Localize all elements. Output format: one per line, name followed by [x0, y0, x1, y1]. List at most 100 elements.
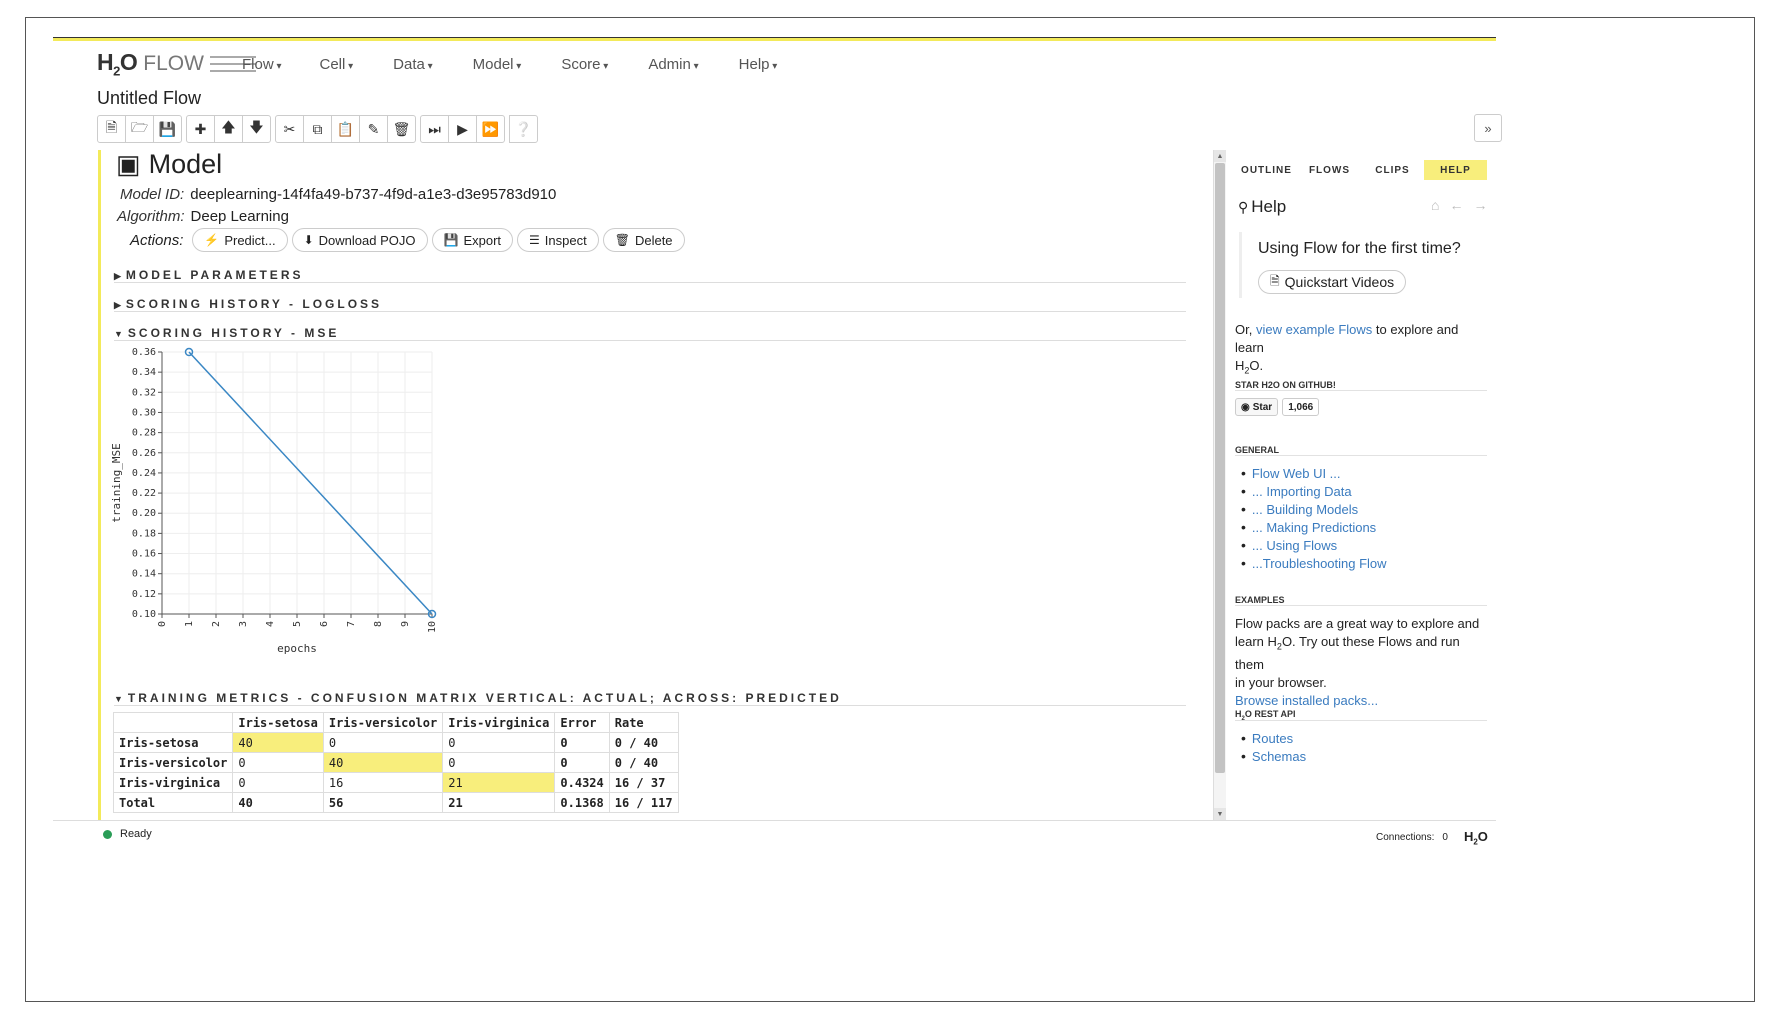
github-icon: ◉ — [1241, 401, 1250, 413]
y-tick-label: 0.34 — [132, 367, 156, 378]
table-cell: 0.1368 — [554, 792, 610, 813]
back-arrow-icon[interactable]: ← — [1449, 197, 1463, 213]
paste-icon[interactable]: 📋 — [331, 115, 360, 143]
insert-cell-icon[interactable]: ✚ — [186, 115, 215, 143]
row-header: Iris-versicolor — [112, 752, 234, 773]
tab-clips[interactable]: CLIPS — [1361, 160, 1424, 180]
delete-cell-icon[interactable]: 🗑 — [387, 115, 416, 143]
help-heading: ⚲ Help — [1238, 197, 1287, 216]
building-models-link[interactable]: ... Building Models — [1252, 502, 1358, 517]
step-icon[interactable]: ⏭ — [420, 115, 449, 143]
table-row: Iris-virginica 0 16 21 0.4324 16 / 37 — [112, 772, 679, 793]
export-button[interactable]: 💾 Export — [431, 228, 514, 252]
menu-data[interactable]: Data — [393, 56, 433, 73]
menu-model[interactable]: Model — [473, 56, 522, 73]
tab-flows[interactable]: FLOWS — [1298, 160, 1361, 180]
table-cell: 21 — [442, 772, 556, 793]
mse-series-line — [188, 351, 433, 615]
menu-admin[interactable]: Admin — [648, 56, 698, 73]
main-scrollbar[interactable]: ▲ ▼ — [1213, 150, 1226, 820]
status-divider — [53, 820, 1496, 821]
list-item[interactable]: Routes — [1241, 729, 1306, 747]
run-all-icon[interactable]: ⏩ — [476, 115, 505, 143]
troubleshooting-link[interactable]: ...Troubleshooting Flow — [1252, 556, 1387, 571]
routes-link[interactable]: Routes — [1252, 731, 1293, 746]
x-tick-label: 5 — [292, 621, 303, 627]
scroll-up-icon[interactable]: ▲ — [1214, 150, 1226, 162]
mse-chart: 0.36 0.34 0.32 0.30 0.28 0.26 0.24 0.22 0.20 0.18… — [110, 347, 438, 655]
list-item[interactable]: ... Using Flows — [1241, 536, 1387, 554]
side-panel-tabs: OUTLINE FLOWS CLIPS HELP — [1235, 160, 1487, 180]
list-item[interactable]: Flow Web UI ... — [1241, 464, 1387, 482]
making-predictions-link[interactable]: ... Making Predictions — [1252, 520, 1376, 535]
predict-button[interactable]: ⚡ Predict... — [192, 228, 288, 252]
github-star-button[interactable]: ◉ Star — [1235, 398, 1279, 416]
table-header-cell: Iris-setosa — [232, 712, 324, 733]
h2o-flow-logo[interactable]: H2O FLOW — [97, 49, 256, 79]
inspect-button[interactable]: ☰ Inspect — [517, 228, 599, 252]
help-question-icon[interactable]: ❔ — [509, 115, 538, 143]
main-menu: Flow Cell Data Model Score Admin Help — [242, 56, 815, 73]
list-icon: ☰ — [529, 233, 540, 247]
section-model-parameters[interactable]: ▶ MODEL PARAMETERS — [114, 268, 303, 282]
scroll-thumb[interactable] — [1215, 163, 1225, 773]
github-star-count[interactable]: 1,066 — [1282, 398, 1320, 416]
table-cell: 0 — [442, 752, 556, 773]
tab-outline[interactable]: OUTLINE — [1235, 160, 1298, 180]
list-item[interactable]: ... Making Predictions — [1241, 518, 1387, 536]
section-scoring-logloss[interactable]: ▶ SCORING HISTORY - LOGLOSS — [114, 297, 382, 311]
collapse-panel-icon[interactable]: » — [1474, 114, 1502, 142]
save-flow-icon[interactable]: 💾 — [153, 115, 182, 143]
status-dot-icon — [103, 829, 112, 839]
menu-score[interactable]: Score — [561, 56, 608, 73]
section-scoring-mse[interactable]: ▼ SCORING HISTORY - MSE — [114, 326, 339, 340]
scroll-down-icon[interactable]: ▼ — [1214, 808, 1226, 820]
x-tick-label: 1 — [184, 621, 195, 627]
table-cell: 0 — [554, 732, 610, 753]
browse-packs-link[interactable]: Browse installed packs... — [1235, 693, 1378, 708]
table-cell: 0 / 40 — [608, 752, 679, 773]
forward-arrow-icon[interactable]: → — [1473, 197, 1487, 213]
copy-icon[interactable]: ⧉ — [303, 115, 332, 143]
using-flows-link[interactable]: ... Using Flows — [1252, 538, 1337, 553]
list-item[interactable]: Schemas — [1241, 747, 1306, 765]
menu-flow[interactable]: Flow — [242, 56, 281, 73]
download-pojo-button[interactable]: ⬇ Download POJO — [291, 228, 428, 252]
section-confusion-matrix[interactable]: ▼ TRAINING METRICS - CONFUSION MATRIX VER… — [114, 691, 842, 705]
table-cell: 40 — [232, 732, 324, 753]
view-example-flows-link[interactable]: view example Flows — [1256, 322, 1372, 337]
list-item[interactable]: ... Importing Data — [1241, 482, 1387, 500]
menu-cell[interactable]: Cell — [319, 56, 353, 73]
delete-button[interactable]: 🗑 Delete — [602, 228, 685, 252]
quickstart-videos-button[interactable]: 🗎 Quickstart Videos — [1258, 270, 1407, 294]
list-item[interactable]: ...Troubleshooting Flow — [1241, 554, 1387, 572]
divider — [1235, 720, 1487, 721]
row-header: Total — [112, 792, 234, 813]
move-up-icon[interactable]: 🡅 — [214, 115, 243, 143]
list-item[interactable]: ... Building Models — [1241, 500, 1387, 518]
y-tick-label: 0.30 — [132, 407, 156, 418]
model-id-row: Model ID: deeplearning-14f4fa49-b737-4f9d… — [120, 186, 557, 203]
menu-help[interactable]: Help — [739, 56, 778, 73]
examples-heading: EXAMPLES — [1235, 595, 1285, 605]
table-cell: 0 — [232, 752, 324, 773]
file-icon: 🗎 — [1270, 273, 1280, 288]
run-icon[interactable]: ▶ — [448, 115, 477, 143]
tab-help[interactable]: HELP — [1424, 160, 1487, 180]
home-icon[interactable]: ⌂ — [1431, 197, 1439, 213]
new-flow-icon[interactable]: 🗎 — [97, 115, 126, 143]
open-flow-icon[interactable]: 🗁 — [125, 115, 154, 143]
cut-icon[interactable]: ✂ — [275, 115, 304, 143]
move-down-icon[interactable]: 🡇 — [242, 115, 271, 143]
table-header-cell: Iris-versicolor — [322, 712, 444, 733]
schemas-link[interactable]: Schemas — [1252, 749, 1306, 764]
y-tick-label: 0.22 — [132, 488, 156, 499]
importing-data-link[interactable]: ... Importing Data — [1252, 484, 1352, 499]
y-tick-label: 0.18 — [132, 528, 156, 539]
row-header: Iris-setosa — [112, 732, 234, 753]
clear-icon[interactable]: ✎ — [359, 115, 388, 143]
flow-title[interactable]: Untitled Flow — [97, 88, 201, 109]
confusion-matrix-table: Iris-setosa Iris-versicolor Iris-virgini… — [112, 712, 679, 813]
flow-web-ui-link[interactable]: Flow Web UI ... — [1252, 466, 1341, 481]
caret-down-icon: ▼ — [114, 694, 123, 704]
